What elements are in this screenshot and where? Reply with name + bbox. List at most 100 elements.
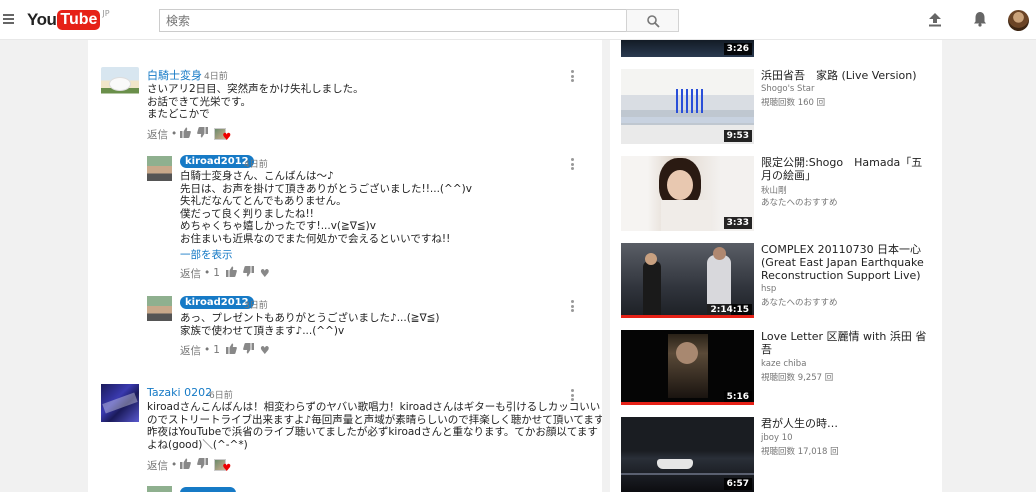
video-thumbnail[interactable]: 6:57 [621, 417, 754, 492]
commenter-avatar[interactable] [101, 384, 139, 422]
separator-dot: • [204, 344, 211, 356]
menu-icon[interactable] [3, 14, 14, 24]
related-videos: 3:26 9:53 浜田省吾 家路 (Live Version) Shogo's… [610, 40, 942, 492]
video-channel[interactable]: kaze chiba [761, 359, 806, 369]
logo-tube-text: Tube [57, 10, 101, 30]
replier-avatar[interactable] [147, 156, 172, 181]
video-recommendation: あなたへのおすすめ [761, 298, 838, 308]
reply-thread: kiroad2012 3日前 あっ、プレゼントもありがとうございました♪...(… [88, 290, 602, 370]
video-title[interactable]: 君が人生の時… [761, 417, 931, 430]
video-channel[interactable]: 秋山剛 [761, 184, 787, 196]
watch-progress-bar [621, 402, 754, 405]
comment-text: さいアリ2日目、突然声をかけ失礼しました。 お話できて光栄です。 またどこかで [147, 83, 364, 121]
video-view-count: 視聴回数 17,018 回 [761, 447, 839, 457]
thumbs-up-icon[interactable] [180, 127, 192, 141]
video-thumbnail[interactable]: 2:14:15 [621, 243, 754, 318]
video-recommendation: あなたへのおすすめ [761, 198, 838, 208]
comment-menu-icon[interactable] [571, 300, 574, 312]
related-video-item[interactable]: 3:33 限定公開:Shogo Hamada「五月の絵画」 秋山剛 あなたへのお… [621, 156, 939, 236]
separator-dot: • [171, 128, 178, 140]
logo-you-text: You [27, 10, 57, 29]
watch-progress-bar [621, 315, 754, 318]
video-thumbnail[interactable]: 3:33 [621, 156, 754, 231]
video-title[interactable]: 限定公開:Shogo Hamada「五月の絵画」 [761, 156, 931, 182]
video-thumbnail[interactable]: 5:16 [621, 330, 754, 405]
comment-author[interactable]: Tazaki 0202 [147, 386, 212, 399]
video-thumbnail[interactable]: 9:53 [621, 69, 754, 144]
reply-thread: kiroad2012 4日前 白騎士変身さん、こんばんは〜♪ 先日は、お声を掛け… [88, 150, 602, 290]
video-channel[interactable]: hsp [761, 284, 776, 294]
search-button[interactable] [626, 9, 679, 32]
comment-text: kiroadさんこんばんは！相変わらずのヤバい歌唱力！kiroadさんはギターも… [147, 401, 602, 451]
like-count: 1 [213, 344, 220, 356]
replier-avatar[interactable] [147, 486, 172, 492]
comments-section: 白騎士変身 4日前 さいアリ2日目、突然声をかけ失礼しました。 お話できて光栄で… [88, 40, 602, 492]
comment-actions: 返信 • ♥ [147, 458, 232, 474]
comment-author-badge[interactable]: kiroad2012 [180, 296, 254, 309]
related-video-item[interactable]: 9:53 浜田省吾 家路 (Live Version) Shogo's Star… [621, 69, 939, 149]
comment-author-badge[interactable] [180, 487, 236, 492]
notification-bell-icon[interactable] [973, 11, 987, 30]
related-video-item[interactable]: 5:16 Love Letter 区麗情 with 浜田 省吾 kaze chi… [621, 330, 939, 410]
comment-actions: 返信 • 1 ♥ [180, 266, 276, 280]
comment-author-badge[interactable]: kiroad2012 [180, 155, 254, 168]
heart-icon[interactable]: ♥ [260, 344, 270, 357]
thumbs-up-icon[interactable] [225, 266, 237, 280]
video-title[interactable]: 浜田省吾 家路 (Live Version) [761, 69, 931, 82]
reply-button[interactable]: 返信 [180, 343, 201, 358]
thumbs-down-icon[interactable] [197, 458, 209, 472]
search-icon [647, 15, 660, 28]
like-count: 1 [213, 267, 220, 279]
video-channel[interactable]: jboy 10 [761, 433, 793, 443]
separator-dot: • [171, 459, 178, 471]
video-thumbnail[interactable]: 3:26 [621, 40, 754, 57]
comment-menu-icon[interactable] [571, 70, 574, 82]
upload-icon[interactable] [928, 12, 942, 30]
youtube-logo[interactable]: You Tube JP [27, 9, 110, 31]
comment-text: あっ、プレゼントもありがとうございました♪...(≧∇≦) 家族で使わせて頂きま… [180, 312, 440, 337]
thumbs-down-icon[interactable] [197, 127, 209, 141]
reply-button[interactable]: 返信 [147, 127, 168, 142]
comment-menu-icon[interactable] [571, 389, 574, 401]
commenter-avatar[interactable] [101, 67, 139, 105]
comment-text: 白騎士変身さん、こんばんは〜♪ 先日は、お声を掛けて頂きありがとうございました!… [180, 170, 472, 245]
thumbs-up-icon[interactable] [225, 343, 237, 357]
thumbs-up-icon[interactable] [180, 458, 192, 472]
creator-heart-icon: ♥ [222, 131, 232, 143]
comment-time[interactable]: 3日前 [244, 298, 268, 311]
comment-actions: 返信 • 1 ♥ [180, 343, 276, 357]
comment-thread: 白騎士変身 4日前 さいアリ2日目、突然声をかけ失礼しました。 お話できて光栄で… [88, 40, 602, 150]
comment-author[interactable]: 白騎士変身 [147, 67, 202, 83]
comment-menu-icon[interactable] [571, 158, 574, 170]
video-title[interactable]: COMPLEX 20110730 日本一心 (Great East Japan … [761, 243, 931, 282]
separator-dot: • [204, 267, 211, 279]
video-duration: 6:57 [723, 478, 752, 490]
video-duration: 3:26 [723, 43, 752, 55]
comment-time[interactable]: 6日前 [209, 388, 233, 401]
comment-time[interactable]: 4日前 [204, 69, 228, 82]
video-view-count: 視聴回数 160 回 [761, 98, 826, 108]
creator-heart-icon: ♥ [222, 462, 232, 474]
replier-avatar[interactable] [147, 296, 172, 321]
heart-icon[interactable]: ♥ [260, 267, 270, 280]
masthead: You Tube JP [0, 0, 1036, 40]
comment-thread: Tazaki 0202 6日前 kiroadさんこんばんは！相変わらずのヤバい歌… [88, 370, 602, 492]
thumbs-down-icon[interactable] [243, 343, 254, 357]
related-video-item[interactable]: 3:26 [621, 40, 939, 62]
reply-button[interactable]: 返信 [180, 266, 201, 281]
comment-actions: 返信 • ♥ [147, 127, 232, 143]
account-avatar[interactable] [1008, 10, 1029, 31]
video-title[interactable]: Love Letter 区麗情 with 浜田 省吾 [761, 330, 931, 356]
logo-region: JP [102, 9, 110, 18]
comment-time[interactable]: 4日前 [244, 157, 268, 170]
video-duration: 9:53 [723, 130, 752, 142]
thumbs-down-icon[interactable] [243, 266, 254, 280]
video-view-count: 視聴回数 9,257 回 [761, 373, 834, 383]
related-video-item[interactable]: 6:57 君が人生の時… jboy 10 視聴回数 17,018 回 [621, 417, 939, 492]
reply-button[interactable]: 返信 [147, 458, 168, 473]
search-input[interactable] [159, 9, 627, 32]
video-duration: 3:33 [723, 217, 752, 229]
show-less-link[interactable]: 一部を表示 [180, 247, 233, 262]
related-video-item[interactable]: 2:14:15 COMPLEX 20110730 日本一心 (Great Eas… [621, 243, 939, 323]
video-channel[interactable]: Shogo's Star [761, 84, 814, 94]
